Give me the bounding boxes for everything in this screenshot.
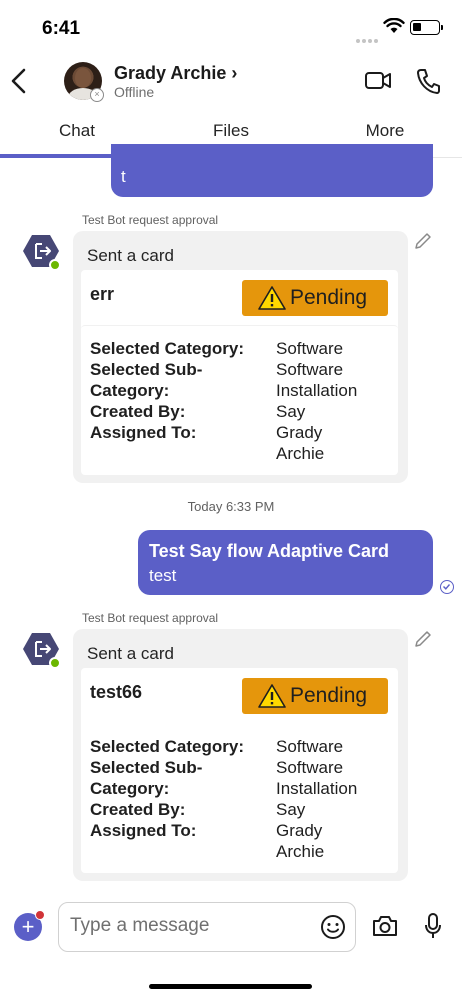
fact-values: Software Software Installation Say Grady… — [276, 338, 357, 464]
camera-button[interactable] — [372, 914, 398, 943]
status-text: Pending — [290, 684, 368, 707]
tab-files[interactable]: Files — [154, 121, 308, 141]
notification-dot — [35, 910, 45, 920]
status-badge: Pending — [242, 280, 388, 316]
fact-key: Created By: — [90, 402, 186, 421]
battery-icon — [410, 20, 443, 35]
edit-button[interactable] — [413, 231, 433, 256]
message-bubble-mine[interactable] — [111, 144, 433, 197]
fact-value: Installation — [276, 381, 358, 400]
video-call-button[interactable] — [364, 70, 392, 97]
contact-status: Offline — [114, 84, 155, 100]
message-title: Test Say flow Adaptive Card — [149, 541, 390, 561]
fact-key: Category: — [90, 381, 170, 400]
fact-key: Selected Category: — [90, 339, 244, 358]
fact-value: Archie — [276, 842, 325, 861]
status-badge: Pending — [242, 678, 388, 714]
fact-key: Assigned To: — [90, 821, 197, 840]
sent-check-icon — [440, 580, 454, 594]
bot-avatar[interactable] — [22, 232, 61, 271]
camera-icon — [373, 916, 397, 936]
message-input-placeholder: Type a message — [70, 915, 210, 936]
fact-value: Say — [276, 402, 306, 421]
fact-value: Grady — [276, 423, 323, 442]
fact-value: Grady — [276, 821, 323, 840]
warning-icon — [258, 286, 286, 310]
contact-name[interactable]: Grady Archie › — [114, 63, 237, 84]
fact-value: Say — [276, 800, 306, 819]
sender-name: Test Bot request approval — [82, 611, 219, 625]
bot-avatar[interactable] — [22, 630, 61, 669]
microphone-icon — [425, 913, 441, 938]
emoji-icon — [321, 915, 345, 939]
status-time: 6:41 — [42, 18, 81, 39]
back-button[interactable] — [10, 68, 28, 99]
fact-key: Selected Category: — [90, 737, 244, 756]
video-camera-icon — [365, 72, 391, 89]
warning-icon — [258, 684, 286, 708]
fact-key: Category: — [90, 779, 170, 798]
timestamp-divider: Today 6:33 PM — [187, 499, 275, 514]
card-title: test66 — [90, 682, 143, 702]
pencil-icon — [415, 233, 431, 249]
sender-name: Test Bot request approval — [82, 213, 219, 227]
home-indicator — [149, 984, 312, 989]
online-status-icon — [49, 259, 61, 271]
fact-value: Software — [276, 339, 344, 358]
chevron-left-icon — [11, 68, 26, 94]
message-text: test — [149, 566, 177, 585]
fact-keys: Selected Category: Selected Sub- Categor… — [90, 338, 244, 443]
fact-key: Assigned To: — [90, 423, 197, 442]
wifi-icon — [383, 17, 405, 39]
fact-value: Software — [276, 360, 344, 379]
fact-key: Created By: — [90, 800, 186, 819]
edit-button[interactable] — [413, 629, 433, 654]
card-title: err — [90, 284, 115, 304]
message-bubble-mine[interactable] — [138, 530, 433, 595]
fact-key: Selected Sub- — [90, 758, 203, 777]
fact-values: Software Software Installation Say Grady… — [276, 736, 357, 862]
cellular-signal-icon — [356, 30, 380, 48]
contact-avatar[interactable]: × — [64, 62, 104, 102]
card-header: Sent a card — [87, 644, 174, 663]
fact-key: Selected Sub- — [90, 360, 203, 379]
emoji-button[interactable] — [320, 914, 346, 945]
audio-call-button[interactable] — [416, 68, 440, 99]
fact-value: Software — [276, 758, 344, 777]
plus-icon: + — [21, 914, 35, 939]
card-header: Sent a card — [87, 246, 174, 265]
fact-keys: Selected Category: Selected Sub- Categor… — [90, 736, 244, 841]
tab-more[interactable]: More — [308, 121, 462, 141]
online-status-icon — [49, 657, 61, 669]
phone-icon — [417, 69, 440, 94]
pencil-icon — [415, 631, 431, 647]
fact-value: Archie — [276, 444, 325, 463]
offline-status-icon: × — [90, 88, 104, 102]
tab-chat[interactable]: Chat — [0, 121, 154, 141]
fact-value: Installation — [276, 779, 358, 798]
fact-value: Software — [276, 737, 344, 756]
message-text: t — [121, 167, 126, 186]
microphone-button[interactable] — [424, 912, 442, 945]
status-text: Pending — [290, 286, 368, 309]
